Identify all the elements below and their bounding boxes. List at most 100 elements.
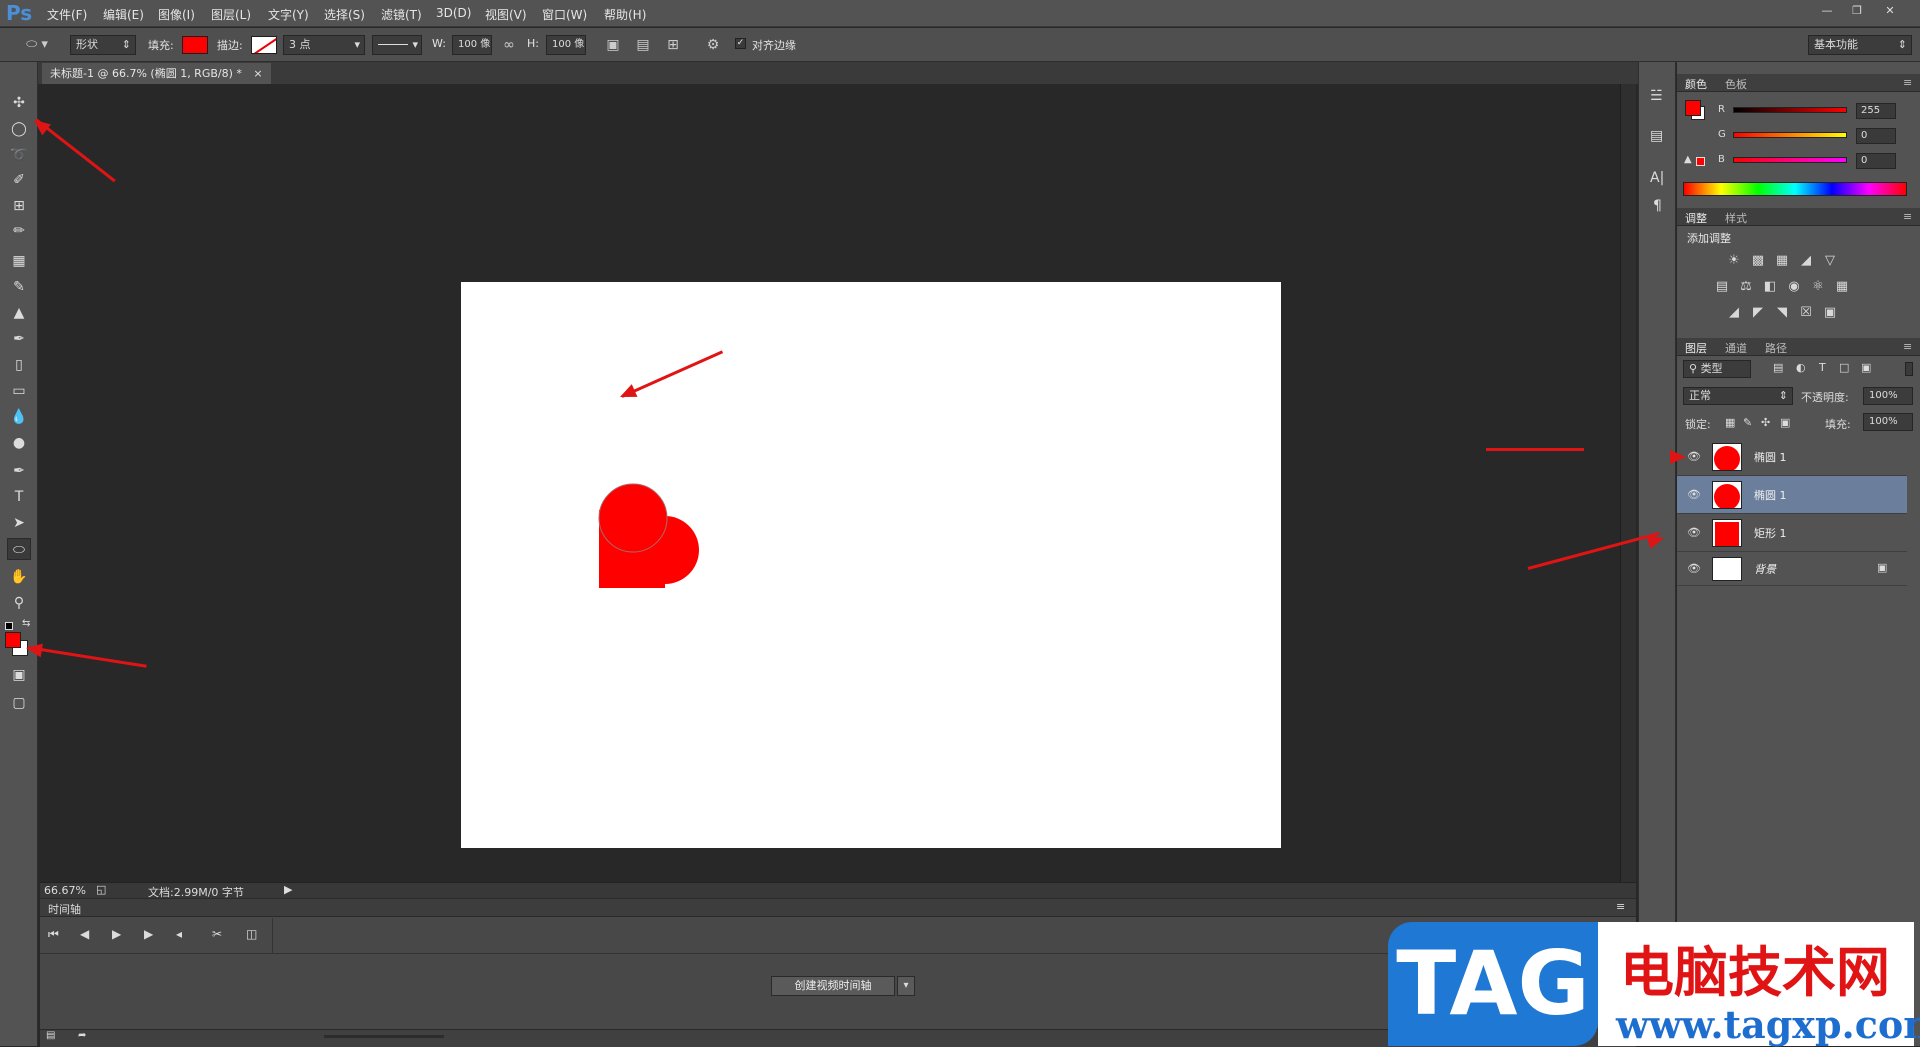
tab-styles[interactable]: 样式 xyxy=(1725,210,1747,226)
create-video-timeline-button[interactable]: 创建视频时间轴 xyxy=(771,976,895,996)
web-safe-swatch[interactable] xyxy=(1696,157,1705,166)
tab-paths[interactable]: 路径 xyxy=(1765,340,1787,356)
posterize-icon[interactable]: ◤ xyxy=(1750,306,1766,320)
menu-filter[interactable]: 滤镜(T) xyxy=(381,6,422,23)
stroke-size-field[interactable]: 3 点 ▾ xyxy=(283,35,365,55)
blur-tool-icon[interactable]: 💧 xyxy=(7,406,31,428)
visibility-eye-icon[interactable]: 👁 xyxy=(1687,526,1701,539)
screen-mode-icon[interactable]: ▢ xyxy=(7,692,31,714)
channel-b-slider[interactable] xyxy=(1733,157,1847,163)
menu-view[interactable]: 视图(V) xyxy=(485,6,527,23)
timeline-zoom-slider[interactable] xyxy=(324,1035,444,1038)
zoom-tool-icon[interactable]: ⚲ xyxy=(7,592,31,614)
link-icon[interactable]: ∞ xyxy=(500,36,518,54)
filter-smart-object-icon[interactable]: ▣ xyxy=(1861,361,1871,374)
quick-mask-icon[interactable]: ▣ xyxy=(7,664,31,686)
panel-menu-icon[interactable]: ≡ xyxy=(1903,76,1912,89)
blend-mode-select[interactable]: 正常 ⇕ xyxy=(1683,387,1793,405)
gradient-tool-icon[interactable]: ▭ xyxy=(7,380,31,402)
lock-all-icon[interactable]: ▣ xyxy=(1780,416,1790,429)
dodge-tool-icon[interactable]: ● xyxy=(7,432,31,454)
gear-icon[interactable]: ⚙ xyxy=(704,36,722,54)
color-balance-icon[interactable]: ⚖ xyxy=(1738,280,1754,294)
layer-row[interactable]: 👁 背景 ▣ xyxy=(1677,552,1907,586)
hand-tool-icon[interactable]: ✋ xyxy=(7,566,31,588)
channel-b-value[interactable]: 0 xyxy=(1856,153,1896,169)
close-icon[interactable]: ✕ xyxy=(1878,3,1902,19)
next-frame-icon[interactable]: ▶ xyxy=(144,927,153,941)
filter-pixel-icon[interactable]: ▤ xyxy=(1773,361,1783,374)
exposure-icon[interactable]: ◢ xyxy=(1798,254,1814,268)
workspace-select[interactable]: 基本功能 ⇕ xyxy=(1808,35,1912,55)
document-canvas[interactable] xyxy=(461,282,1281,848)
stroke-type-select[interactable]: ▾ xyxy=(372,35,422,55)
minimize-icon[interactable]: — xyxy=(1815,3,1839,19)
path-alignment-icon[interactable]: ▤ xyxy=(634,36,652,54)
play-icon[interactable]: ▶ xyxy=(112,927,121,941)
photo-filter-icon[interactable]: ◉ xyxy=(1786,280,1802,294)
filter-shape-icon[interactable]: □ xyxy=(1839,361,1849,374)
timeline-tab[interactable]: 时间轴 xyxy=(48,901,81,917)
eyedropper-tool-icon[interactable]: ✏ xyxy=(7,220,31,242)
quick-selection-tool-icon[interactable]: ✐ xyxy=(7,169,31,191)
align-edges-checkbox[interactable]: ✓ xyxy=(735,38,746,49)
path-selection-tool-icon[interactable]: ➤ xyxy=(7,512,31,534)
layer-name[interactable]: 背景 xyxy=(1754,561,1776,577)
lasso-tool-icon[interactable]: ➰ xyxy=(7,144,31,166)
curves-icon[interactable]: ▦ xyxy=(1774,254,1790,268)
history-icon[interactable]: ☱ xyxy=(1650,88,1663,104)
stroke-none-swatch[interactable] xyxy=(251,36,277,54)
foreground-color-swatch[interactable] xyxy=(5,632,21,648)
restore-icon[interactable]: ❐ xyxy=(1845,3,1869,19)
menu-edit[interactable]: 编辑(E) xyxy=(103,6,144,23)
filter-type-icon[interactable]: T xyxy=(1819,361,1826,374)
fill-field[interactable]: 100% xyxy=(1863,413,1913,431)
ellipse-shape-top[interactable] xyxy=(598,483,668,553)
character-icon[interactable]: A| xyxy=(1650,170,1664,186)
chevron-down-icon[interactable]: ▾ xyxy=(897,976,915,996)
zoom-level[interactable]: 66.67% xyxy=(44,884,86,897)
audio-icon[interactable]: ◂ xyxy=(176,927,182,941)
gradient-map-icon[interactable]: ▣ xyxy=(1822,306,1838,320)
channel-g-slider[interactable] xyxy=(1733,132,1847,138)
fill-color-swatch[interactable] xyxy=(182,36,208,54)
tab-color[interactable]: 颜色 xyxy=(1685,76,1707,92)
lock-pixels-icon[interactable]: ✎ xyxy=(1743,416,1752,429)
width-field[interactable]: 100 像 xyxy=(452,35,492,55)
share-icon[interactable]: ➦ xyxy=(78,1030,86,1041)
color-lookup-icon[interactable]: ▦ xyxy=(1834,280,1850,294)
layer-name[interactable]: 椭圆 1 xyxy=(1754,487,1787,503)
document-tab[interactable]: 未标题-1 @ 66.7% (椭圆 1, RGB/8) * × xyxy=(42,63,271,84)
paragraph-icon[interactable]: ¶ xyxy=(1653,198,1662,214)
height-field[interactable]: 100 像 xyxy=(546,35,586,55)
elliptical-marquee-tool-icon[interactable]: ◯ xyxy=(7,118,31,140)
move-tool-icon[interactable]: ✣ xyxy=(7,92,31,114)
levels-icon[interactable]: ▩ xyxy=(1750,254,1766,268)
menu-window[interactable]: 窗口(W) xyxy=(542,6,587,23)
close-tab-icon[interactable]: × xyxy=(253,67,262,80)
channel-r-value[interactable]: 255 xyxy=(1856,103,1896,119)
pen-tool-icon[interactable]: ✒ xyxy=(7,460,31,482)
tab-adjustments[interactable]: 调整 xyxy=(1685,210,1707,226)
brush-tool-icon[interactable]: ✎ xyxy=(7,276,31,298)
tab-layers[interactable]: 图层 xyxy=(1685,340,1707,356)
channel-mixer-icon[interactable]: ⚛ xyxy=(1810,280,1826,294)
color-foreground-swatch[interactable] xyxy=(1685,100,1701,116)
tab-swatches[interactable]: 色板 xyxy=(1725,76,1747,92)
path-operations-icon[interactable]: ▣ xyxy=(604,36,622,54)
path-arrangement-icon[interactable]: ⊞ xyxy=(664,36,682,54)
go-to-first-frame-icon[interactable]: ⏮ xyxy=(48,927,59,942)
selective-color-icon[interactable]: ☒ xyxy=(1798,306,1814,320)
black-white-icon[interactable]: ◧ xyxy=(1762,280,1778,294)
opacity-field[interactable]: 100% xyxy=(1863,387,1913,405)
ellipse-tool-preset-icon[interactable]: ⬭ ▾ xyxy=(20,36,54,54)
swap-colors-icon[interactable]: ⇆ xyxy=(22,618,30,629)
channel-g-value[interactable]: 0 xyxy=(1856,128,1896,144)
visibility-eye-icon[interactable]: 👁 xyxy=(1687,488,1701,501)
menu-help[interactable]: 帮助(H) xyxy=(604,6,646,23)
panel-menu-icon[interactable]: ≡ xyxy=(1616,900,1625,913)
history-brush-tool-icon[interactable]: ✒ xyxy=(7,328,31,350)
menu-layer[interactable]: 图层(L) xyxy=(211,6,251,23)
visibility-eye-icon[interactable]: 👁 xyxy=(1687,562,1701,575)
channel-r-slider[interactable] xyxy=(1733,107,1847,113)
